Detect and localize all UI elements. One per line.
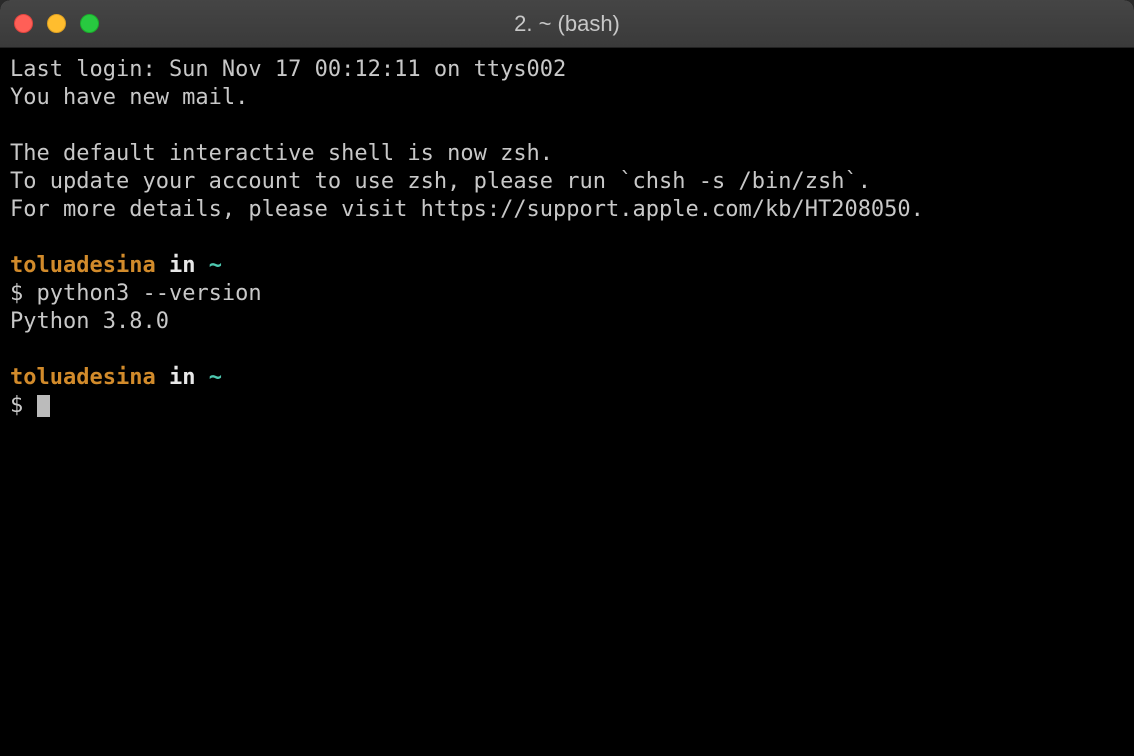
cursor-icon — [37, 395, 50, 417]
terminal-line: Last login: Sun Nov 17 00:12:11 on ttys0… — [10, 57, 566, 82]
terminal-line: For more details, please visit https://s… — [10, 197, 924, 222]
prompt-username: toluadesina — [10, 365, 156, 390]
prompt-username: toluadesina — [10, 253, 156, 278]
terminal-command: python3 --version — [37, 281, 262, 306]
terminal-window: 2. ~ (bash) Last login: Sun Nov 17 00:12… — [0, 0, 1134, 756]
prompt-dollar: $ — [10, 281, 37, 306]
traffic-lights — [14, 14, 99, 33]
prompt-path: ~ — [209, 365, 222, 390]
prompt-in: in — [156, 365, 209, 390]
maximize-icon[interactable] — [80, 14, 99, 33]
close-icon[interactable] — [14, 14, 33, 33]
terminal-line: To update your account to use zsh, pleas… — [10, 169, 871, 194]
prompt-in: in — [156, 253, 209, 278]
terminal-output: Python 3.8.0 — [10, 309, 169, 334]
minimize-icon[interactable] — [47, 14, 66, 33]
terminal-line: The default interactive shell is now zsh… — [10, 141, 553, 166]
prompt-dollar: $ — [10, 393, 37, 418]
terminal-line: You have new mail. — [10, 85, 248, 110]
terminal-body[interactable]: Last login: Sun Nov 17 00:12:11 on ttys0… — [0, 48, 1134, 756]
titlebar: 2. ~ (bash) — [0, 0, 1134, 48]
window-title: 2. ~ (bash) — [514, 11, 620, 37]
prompt-path: ~ — [209, 253, 222, 278]
